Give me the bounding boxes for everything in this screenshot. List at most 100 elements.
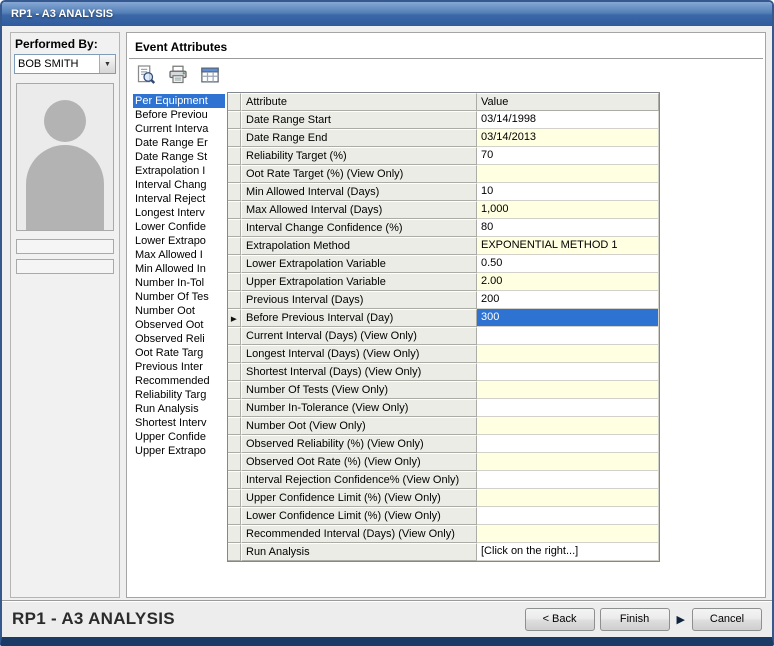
value-cell[interactable]	[477, 417, 659, 435]
value-cell[interactable]	[477, 453, 659, 471]
value-cell[interactable]	[477, 435, 659, 453]
attribute-column-header[interactable]: Attribute	[241, 93, 477, 111]
value-cell[interactable]	[477, 471, 659, 489]
value-cell[interactable]: [Click on the right...]	[477, 543, 659, 561]
value-cell[interactable]: 300	[477, 309, 659, 327]
row-selector[interactable]	[228, 183, 241, 201]
row-selector[interactable]	[228, 525, 241, 543]
chevron-down-icon[interactable]: ▼	[99, 55, 115, 73]
attribute-cell[interactable]: Oot Rate Target (%) (View Only)	[241, 165, 477, 183]
attribute-cell[interactable]: Interval Change Confidence (%)	[241, 219, 477, 237]
row-selector[interactable]	[228, 345, 241, 363]
row-selector[interactable]	[228, 147, 241, 165]
attribute-cell[interactable]: Lower Extrapolation Variable	[241, 255, 477, 273]
attribute-list-item[interactable]: Min Allowed In	[133, 262, 225, 276]
attribute-cell[interactable]: Lower Confidence Limit (%) (View Only)	[241, 507, 477, 525]
row-selector[interactable]	[228, 291, 241, 309]
value-cell[interactable]	[477, 363, 659, 381]
value-cell[interactable]: 200	[477, 291, 659, 309]
attribute-cell[interactable]: Extrapolation Method	[241, 237, 477, 255]
row-selector[interactable]	[228, 201, 241, 219]
row-selector[interactable]	[228, 327, 241, 345]
print-preview-button[interactable]	[135, 64, 157, 86]
attribute-cell[interactable]: Observed Reliability (%) (View Only)	[241, 435, 477, 453]
value-cell[interactable]	[477, 327, 659, 345]
value-column-header[interactable]: Value	[477, 93, 659, 111]
attribute-cell[interactable]: Number Oot (View Only)	[241, 417, 477, 435]
row-selector[interactable]	[228, 273, 241, 291]
attribute-list-item[interactable]: Number Oot	[133, 304, 225, 318]
value-cell[interactable]: EXPONENTIAL METHOD 1	[477, 237, 659, 255]
attribute-cell[interactable]: Date Range End	[241, 129, 477, 147]
row-selector[interactable]	[228, 111, 241, 129]
attribute-list-item[interactable]: Observed Oot	[133, 318, 225, 332]
value-cell[interactable]: 1,000	[477, 201, 659, 219]
attribute-list-item[interactable]: Observed Reli	[133, 332, 225, 346]
attribute-list-item[interactable]: Upper Confide	[133, 430, 225, 444]
value-cell[interactable]: 2.00	[477, 273, 659, 291]
attribute-cell[interactable]: Max Allowed Interval (Days)	[241, 201, 477, 219]
grid-view-button[interactable]	[199, 64, 221, 86]
attribute-list-item[interactable]: Interval Chang	[133, 178, 225, 192]
attribute-cell[interactable]: Number In-Tolerance (View Only)	[241, 399, 477, 417]
value-cell[interactable]	[477, 399, 659, 417]
row-selector[interactable]: ▶	[228, 309, 241, 327]
next-page-arrow-icon[interactable]: ▶	[675, 613, 687, 626]
attribute-cell[interactable]: Interval Rejection Confidence% (View Onl…	[241, 471, 477, 489]
finish-button[interactable]: Finish	[600, 608, 670, 631]
attribute-cell[interactable]: Upper Extrapolation Variable	[241, 273, 477, 291]
attribute-cell[interactable]: Run Analysis	[241, 543, 477, 561]
attribute-cell[interactable]: Current Interval (Days) (View Only)	[241, 327, 477, 345]
attribute-list-item[interactable]: Extrapolation I	[133, 164, 225, 178]
attribute-list-item[interactable]: Lower Extrapo	[133, 234, 225, 248]
attribute-cell[interactable]: Before Previous Interval (Day)	[241, 309, 477, 327]
attribute-list-item[interactable]: Oot Rate Targ	[133, 346, 225, 360]
attribute-list-item[interactable]: Longest Interv	[133, 206, 225, 220]
value-cell[interactable]	[477, 345, 659, 363]
value-cell[interactable]: 0.50	[477, 255, 659, 273]
value-cell[interactable]: 80	[477, 219, 659, 237]
value-cell[interactable]	[477, 489, 659, 507]
attribute-cell[interactable]: Observed Oot Rate (%) (View Only)	[241, 453, 477, 471]
value-cell[interactable]	[477, 525, 659, 543]
row-selector[interactable]	[228, 471, 241, 489]
attribute-cell[interactable]: Shortest Interval (Days) (View Only)	[241, 363, 477, 381]
attribute-list-item[interactable]: Upper Extrapo	[133, 444, 225, 458]
attribute-cell[interactable]: Longest Interval (Days) (View Only)	[241, 345, 477, 363]
attribute-list-item[interactable]: Per Equipment	[133, 94, 225, 108]
back-button[interactable]: < Back	[525, 608, 595, 631]
row-selector[interactable]	[228, 237, 241, 255]
row-selector[interactable]	[228, 399, 241, 417]
value-cell[interactable]	[477, 165, 659, 183]
row-selector[interactable]	[228, 363, 241, 381]
attribute-cell[interactable]: Number Of Tests (View Only)	[241, 381, 477, 399]
title-bar[interactable]: RP1 - A3 ANALYSIS	[2, 2, 772, 26]
attribute-list-item[interactable]: Before Previou	[133, 108, 225, 122]
attribute-cell[interactable]: Recommended Interval (Days) (View Only)	[241, 525, 477, 543]
attribute-list-item[interactable]: Recommended	[133, 374, 225, 388]
attribute-list-item[interactable]: Date Range Er	[133, 136, 225, 150]
attribute-list-item[interactable]: Reliability Targ	[133, 388, 225, 402]
row-selector[interactable]	[228, 129, 241, 147]
attribute-cell[interactable]: Upper Confidence Limit (%) (View Only)	[241, 489, 477, 507]
row-selector[interactable]	[228, 381, 241, 399]
row-selector[interactable]	[228, 507, 241, 525]
attribute-list-item[interactable]: Number Of Tes	[133, 290, 225, 304]
value-cell[interactable]	[477, 381, 659, 399]
value-cell[interactable]: 10	[477, 183, 659, 201]
cancel-button[interactable]: Cancel	[692, 608, 762, 631]
row-selector[interactable]	[228, 489, 241, 507]
value-cell[interactable]: 03/14/2013	[477, 129, 659, 147]
attribute-list-item[interactable]: Date Range St	[133, 150, 225, 164]
attribute-list-item[interactable]: Current Interva	[133, 122, 225, 136]
attribute-cell[interactable]: Previous Interval (Days)	[241, 291, 477, 309]
row-selector[interactable]	[228, 219, 241, 237]
attribute-list-item[interactable]: Lower Confide	[133, 220, 225, 234]
print-button[interactable]	[167, 64, 189, 86]
attribute-cell[interactable]: Reliability Target (%)	[241, 147, 477, 165]
attribute-list-item[interactable]: Previous Inter	[133, 360, 225, 374]
attribute-list-item[interactable]: Run Analysis	[133, 402, 225, 416]
row-selector[interactable]	[228, 255, 241, 273]
row-selector[interactable]	[228, 165, 241, 183]
row-selector[interactable]	[228, 453, 241, 471]
